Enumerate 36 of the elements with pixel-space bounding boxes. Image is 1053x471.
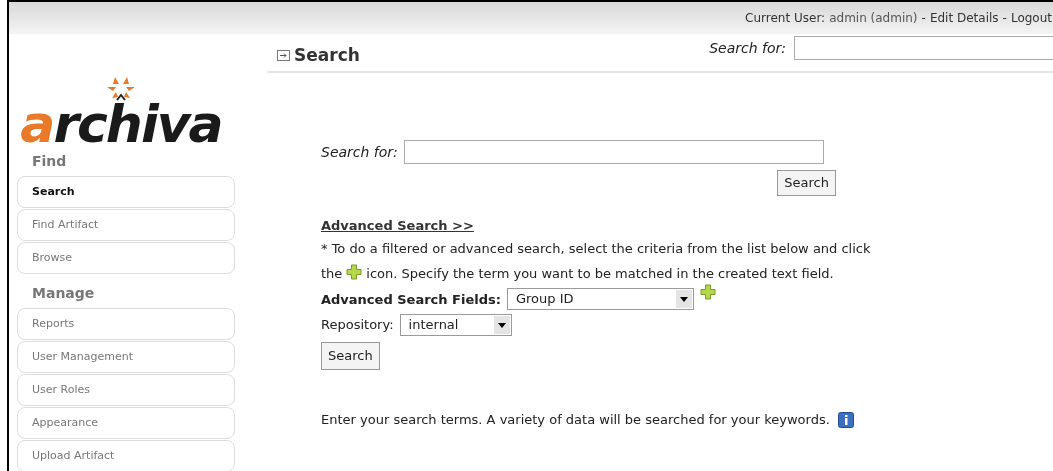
fields-dropdown[interactable]: Group ID [506,288,694,310]
logo-text: archiva [20,94,222,154]
page-title: Search [294,43,360,67]
advanced-search-button[interactable]: Search [321,342,380,370]
instructions-text: icon. Specify the term you want to be matched in the created text field. [366,265,834,283]
instructions-text: * To do a filtered or advanced search, select the criteria from the list below and click [321,240,872,258]
fields-label: Advanced Search Fields: [321,291,501,309]
sidebar-item[interactable]: Browse [17,242,235,274]
sidebar-item[interactable]: Reports [17,308,235,340]
search-label: Search for: [709,38,786,58]
repository-label: Repository: [321,316,394,335]
user-label: Current User: [745,10,826,27]
repository-dropdown[interactable]: internal [399,314,512,336]
collapse-icon[interactable] [277,49,290,61]
sidebar-item[interactable]: Search [17,176,235,208]
search-button[interactable]: Search [777,170,836,196]
sidebar-heading: Find [31,152,68,171]
sidebar-item[interactable]: Appearance [17,407,235,439]
sidebar-item[interactable]: User Management [17,341,235,373]
plus-icon[interactable] [699,284,716,300]
help-text: Enter your search terms. A variety of data will be searched for your keywords. [321,411,830,429]
sidebar-item[interactable]: User Roles [17,374,235,406]
logout-link[interactable]: Logout [1010,9,1052,27]
advanced-search-link[interactable]: Advanced Search >> [321,216,1053,236]
user-name: admin (admin) [829,10,918,27]
sidebar-item[interactable]: Find Artifact [17,209,235,241]
plus-icon[interactable] [346,264,363,280]
search-field[interactable] [403,140,824,164]
search-label: Search for: [321,142,398,162]
instructions-text: the [321,265,343,283]
sidebar-heading: Manage [31,284,96,303]
separator-text: - [921,10,926,27]
separator-text: - [1002,10,1007,27]
edit-details-link[interactable]: Edit Details [929,9,999,27]
info-icon[interactable] [837,411,854,428]
search-field[interactable] [794,36,1053,60]
